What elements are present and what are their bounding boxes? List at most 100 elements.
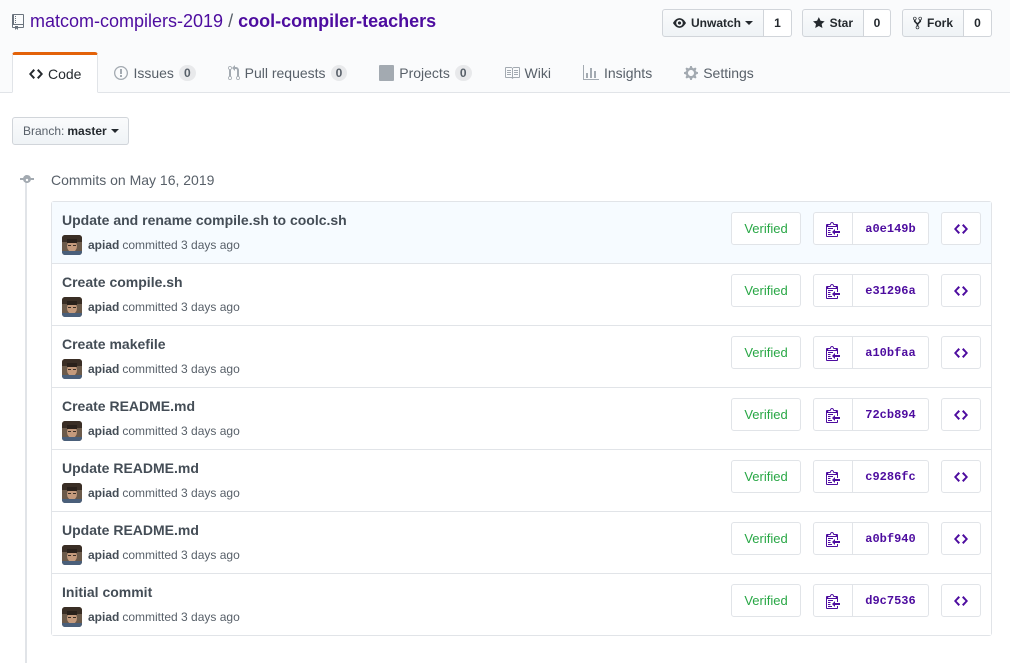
unwatch-button[interactable]: Unwatch: [662, 9, 764, 37]
avatar[interactable]: [62, 545, 82, 565]
copy-sha-button[interactable]: [813, 212, 853, 245]
code-icon: [29, 66, 43, 82]
commit-title-link[interactable]: Create README.md: [62, 398, 195, 414]
fork-button[interactable]: Fork: [902, 9, 964, 37]
commit-row: Update README.md apiad committed 3 days …: [52, 511, 991, 573]
verified-badge[interactable]: Verified: [731, 398, 801, 431]
copy-sha-button[interactable]: [813, 398, 853, 431]
browse-repo-button[interactable]: [941, 212, 981, 245]
browse-repo-button[interactable]: [941, 336, 981, 369]
gear-icon: [684, 65, 699, 81]
star-label: Star: [829, 16, 853, 30]
commit-sha-link[interactable]: e31296a: [853, 274, 929, 307]
code-icon: [954, 533, 968, 544]
avatar[interactable]: [62, 607, 82, 627]
verified-badge[interactable]: Verified: [731, 522, 801, 555]
commit-sha-link[interactable]: d9c7536: [853, 584, 929, 617]
commit-title-link[interactable]: Update README.md: [62, 522, 199, 538]
commit-row: Create makefile apiad committed 3 days a…: [52, 325, 991, 387]
verified-badge[interactable]: Verified: [731, 584, 801, 617]
copy-sha-button[interactable]: [813, 336, 853, 369]
clippy-icon: [826, 469, 840, 485]
commit-author-link[interactable]: apiad: [88, 300, 119, 314]
repo-icon: [12, 13, 24, 30]
repo-owner-link[interactable]: matcom-compilers-2019: [30, 11, 223, 32]
avatar[interactable]: [62, 297, 82, 317]
tab-issues[interactable]: Issues 0: [98, 52, 211, 93]
stars-count[interactable]: 0: [864, 9, 891, 37]
commit-author-link[interactable]: apiad: [88, 610, 119, 624]
avatar[interactable]: [62, 359, 82, 379]
commit-sha-link[interactable]: c9286fc: [853, 460, 929, 493]
tab-pull-requests-label: Pull requests: [244, 64, 326, 81]
verified-badge[interactable]: Verified: [731, 336, 801, 369]
commit-author-link[interactable]: apiad: [88, 486, 119, 500]
fork-action: Fork 0: [902, 9, 992, 37]
tab-pull-requests[interactable]: Pull requests 0: [212, 52, 364, 93]
avatar[interactable]: [62, 483, 82, 503]
browse-repo-button[interactable]: [941, 522, 981, 555]
browse-repo-button[interactable]: [941, 274, 981, 307]
commit-title-link[interactable]: Initial commit: [62, 584, 152, 600]
commit-title-link[interactable]: Create compile.sh: [62, 274, 183, 290]
commit-time: committed 3 days ago: [122, 362, 240, 376]
commit-sha-link[interactable]: a10bfaa: [853, 336, 929, 369]
forks-count[interactable]: 0: [964, 9, 992, 37]
tab-code[interactable]: Code: [12, 52, 99, 93]
avatar[interactable]: [62, 235, 82, 255]
avatar[interactable]: [62, 421, 82, 441]
tab-insights-label: Insights: [603, 64, 653, 81]
tab-projects-label: Projects: [399, 64, 450, 81]
tab-insights[interactable]: Insights: [567, 52, 668, 93]
verified-badge[interactable]: Verified: [731, 274, 801, 307]
chevron-down-icon: [745, 21, 753, 25]
code-icon: [954, 409, 968, 420]
verified-badge[interactable]: Verified: [731, 212, 801, 245]
commit-meta: apiad committed 3 days ago: [62, 545, 240, 565]
commit-author-link[interactable]: apiad: [88, 238, 119, 252]
commit-sha-group: c9286fc: [813, 460, 929, 493]
commit-title-link[interactable]: Update and rename compile.sh to coolc.sh: [62, 212, 347, 228]
code-icon: [954, 223, 968, 234]
copy-sha-button[interactable]: [813, 522, 853, 555]
pull-requests-counter: 0: [330, 64, 348, 81]
browse-repo-button[interactable]: [941, 460, 981, 493]
commit-sha-link[interactable]: a0bf940: [853, 522, 929, 555]
commit-title-link[interactable]: Update README.md: [62, 460, 199, 476]
commit-title-link[interactable]: Create makefile: [62, 336, 166, 352]
commit-author-link[interactable]: apiad: [88, 362, 119, 376]
star-button[interactable]: Star: [802, 9, 864, 37]
commit-time: committed 3 days ago: [122, 238, 240, 252]
copy-sha-button[interactable]: [813, 460, 853, 493]
branch-name: master: [67, 124, 107, 138]
tab-projects[interactable]: Projects 0: [363, 52, 487, 93]
commit-author-link[interactable]: apiad: [88, 548, 119, 562]
code-icon: [954, 347, 968, 358]
branch-label: Branch:: [23, 124, 65, 138]
clippy-icon: [826, 593, 840, 609]
commit-author-link[interactable]: apiad: [88, 424, 119, 438]
tab-settings[interactable]: Settings: [668, 52, 770, 93]
project-icon: [379, 64, 395, 81]
repo-nav-tabs: Code Issues 0 Pull requests 0 Projects 0…: [12, 52, 770, 93]
browse-repo-button[interactable]: [941, 584, 981, 617]
tab-code-label: Code: [48, 65, 82, 82]
tab-wiki[interactable]: Wiki: [488, 52, 567, 93]
commit-sha-link[interactable]: 72cb894: [853, 398, 929, 431]
commit-sha-link[interactable]: a0e149b: [853, 212, 929, 245]
copy-sha-button[interactable]: [813, 584, 853, 617]
fork-label: Fork: [926, 16, 953, 30]
repo-name-link[interactable]: cool-compiler-teachers: [238, 11, 436, 32]
branch-select-button[interactable]: Branch: master: [12, 117, 129, 145]
commit-meta: apiad committed 3 days ago: [62, 421, 240, 441]
fork-icon: [913, 16, 922, 30]
commit-row: Update and rename compile.sh to coolc.sh…: [52, 202, 991, 263]
commit-meta: apiad committed 3 days ago: [62, 607, 240, 627]
commit-sha-group: a0e149b: [813, 212, 929, 245]
watch-action: Unwatch 1: [662, 9, 792, 37]
watchers-count[interactable]: 1: [764, 9, 792, 37]
browse-repo-button[interactable]: [941, 398, 981, 431]
verified-badge[interactable]: Verified: [731, 460, 801, 493]
commit-time: committed 3 days ago: [122, 610, 240, 624]
copy-sha-button[interactable]: [813, 274, 853, 307]
